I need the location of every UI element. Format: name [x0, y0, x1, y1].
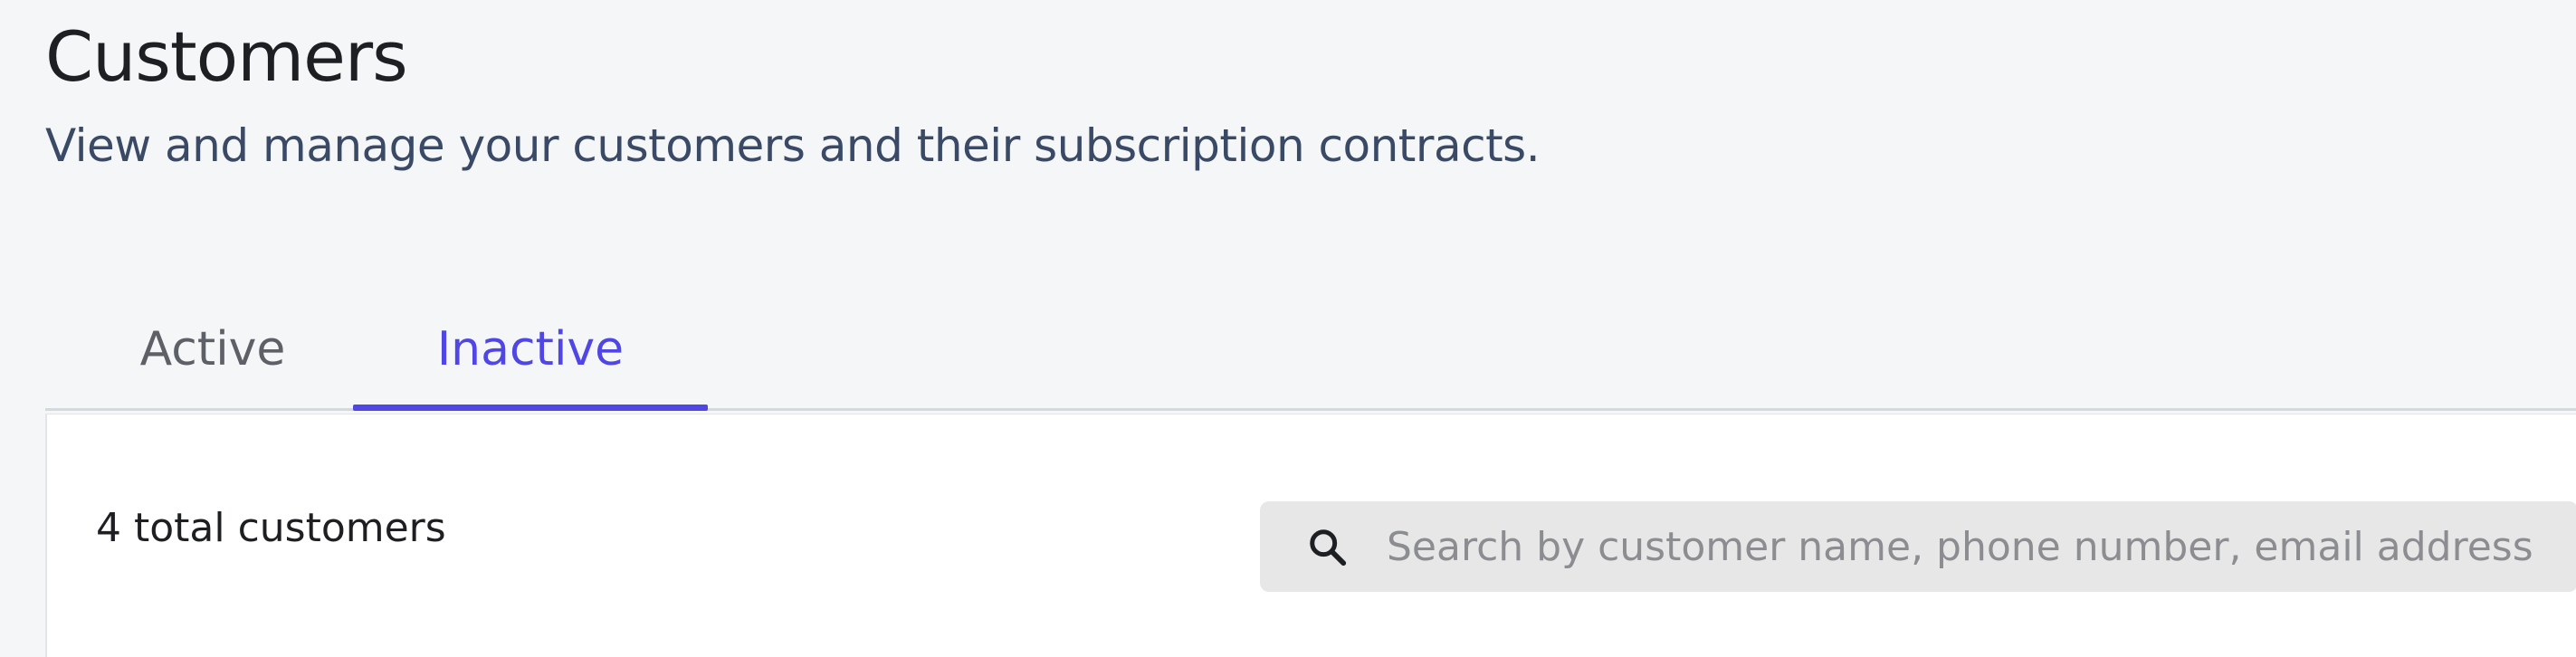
customer-search[interactable]: [1260, 501, 2576, 592]
search-icon: [1310, 529, 1347, 567]
selected-tab-indicator: [353, 405, 708, 411]
search-input[interactable]: [1387, 501, 2576, 592]
tab-active[interactable]: Active: [81, 288, 344, 411]
tab-inactive[interactable]: Inactive: [353, 288, 708, 411]
total-customers-count: 4 total customers: [96, 505, 446, 551]
page-subtitle: View and manage your customers and their…: [45, 119, 1541, 172]
customers-page: Customers View and manage your customers…: [0, 0, 2576, 657]
page-title: Customers: [45, 16, 408, 97]
customers-card: 4 total customers: [45, 414, 2576, 657]
customer-status-tabs: Active Inactive: [45, 288, 2576, 411]
